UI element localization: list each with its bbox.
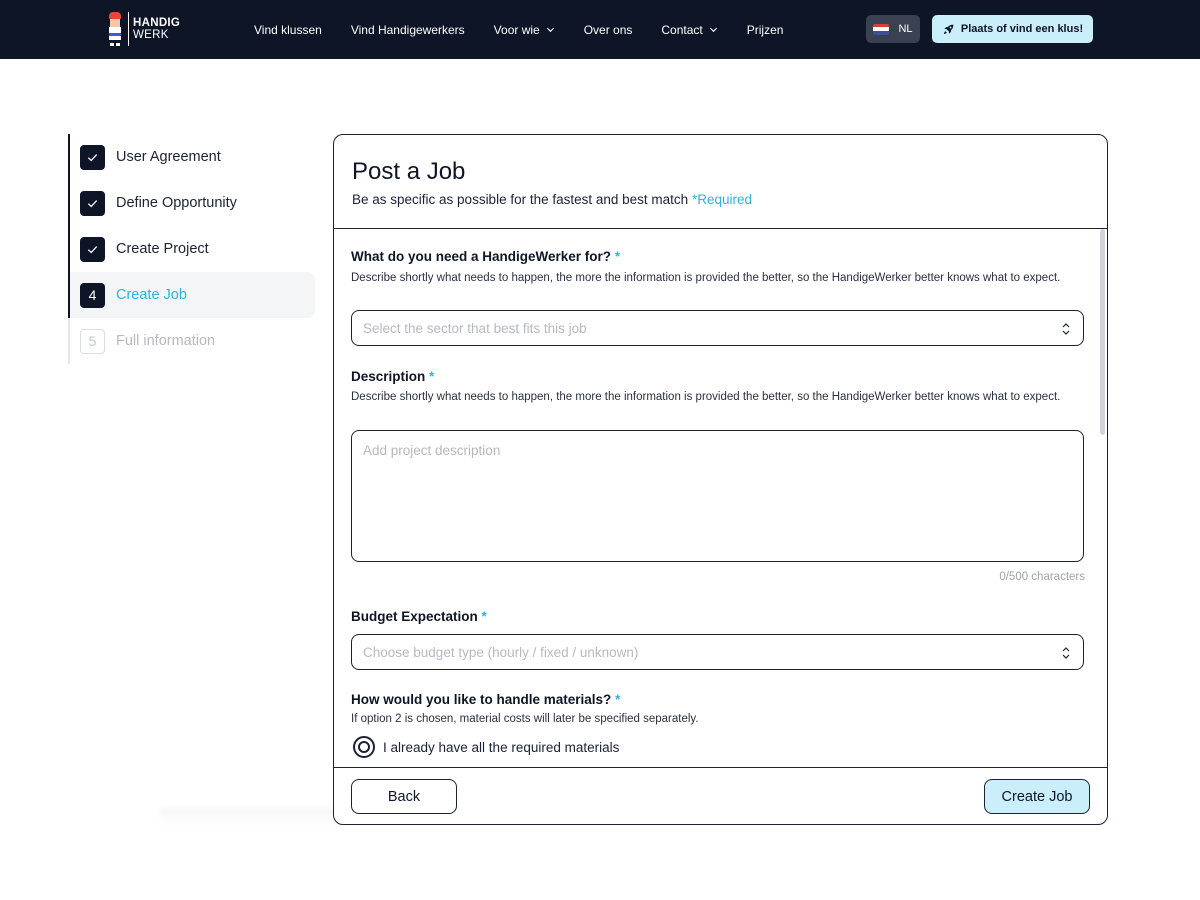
- budget-type-select[interactable]: Choose budget type (hourly / fixed / unk…: [351, 634, 1084, 670]
- nav-item-label: Vind klussen: [254, 22, 322, 37]
- progress-stepper: User Agreement Define Opportunity Create…: [68, 134, 318, 364]
- nav-item-label: Prijzen: [746, 22, 784, 37]
- step-label: User Agreement: [116, 149, 221, 165]
- check-icon: [80, 236, 105, 262]
- form-footer: Back Create Job: [334, 767, 1107, 824]
- budget-label: Budget Expectation *: [351, 609, 487, 624]
- nav-item-label: Over ons: [583, 22, 633, 37]
- character-counter: 0/500 characters: [999, 571, 1085, 583]
- form-header: Post a Job Be as specific as possible fo…: [334, 135, 1107, 229]
- nav-item-voor-wie[interactable]: Voor wie: [494, 23, 555, 37]
- handigwerk-logo[interactable]: HANDIG WERK: [106, 10, 180, 48]
- form-scroll-area[interactable]: What do you need a HandigeWerker for? * …: [334, 229, 1107, 767]
- post-job-form-card: Post a Job Be as specific as possible fo…: [333, 134, 1108, 825]
- nav-item-over-ons[interactable]: Over ons: [584, 23, 633, 37]
- step-full-information[interactable]: 5 Full information: [70, 318, 315, 364]
- nav-item-vind-klussen[interactable]: Vind klussen: [254, 23, 322, 37]
- logo-wordmark: HANDIG WERK: [133, 17, 180, 41]
- page-title: Post a Job: [352, 158, 466, 185]
- logo-line-1: HANDIG: [133, 17, 181, 29]
- step-label: Full information: [116, 333, 216, 349]
- main-nav: Vind klussen Vind Handigewerkers Voor wi…: [254, 0, 812, 59]
- materials-option-have-all[interactable]: I already have all the required material…: [353, 736, 619, 758]
- materials-label-text: How would you like to handle materials?: [351, 692, 612, 707]
- nav-item-label: Voor wie: [493, 22, 540, 37]
- form-subtitle: Be as specific as possible for the faste…: [352, 192, 752, 207]
- netherlands-flag-icon: [873, 23, 890, 35]
- step-label: Create Project: [116, 241, 209, 257]
- required-mark: *: [481, 609, 487, 624]
- radio-selected-icon[interactable]: [353, 736, 375, 758]
- logo-divider: [128, 12, 129, 46]
- step-create-project[interactable]: Create Project: [70, 226, 315, 272]
- step-create-job[interactable]: 4 Create Job: [70, 272, 315, 318]
- required-mark: *: [429, 369, 435, 384]
- chevron-down-icon: [546, 25, 555, 34]
- logo-line-2: WERK: [133, 29, 169, 41]
- step-define-opportunity[interactable]: Define Opportunity: [70, 180, 315, 226]
- step-label: Create Job: [116, 287, 187, 303]
- check-icon: [80, 190, 105, 216]
- scrollbar-thumb[interactable]: [1100, 229, 1105, 435]
- step-number-badge: 5: [80, 328, 105, 354]
- form-subtitle-text: Be as specific as possible for the faste…: [352, 192, 689, 207]
- language-switcher[interactable]: NL: [866, 15, 920, 43]
- nav-item-vind-handigewerkers[interactable]: Vind Handigewerkers: [351, 23, 465, 37]
- top-navigation-bar: HANDIG WERK Vind klussen Vind Handigewer…: [0, 0, 1200, 59]
- handyman-mascot-icon: [106, 10, 126, 48]
- sector-label: What do you need a HandigeWerker for? *: [351, 249, 620, 264]
- sector-select-placeholder: Select the sector that best fits this jo…: [363, 320, 587, 336]
- nav-item-label: Contact: [661, 22, 703, 37]
- description-label: Description *: [351, 369, 434, 384]
- select-arrows-icon: [1061, 645, 1071, 661]
- description-textarea[interactable]: Add project description: [351, 430, 1084, 562]
- description-label-text: Description: [351, 369, 426, 384]
- required-mark: *: [614, 249, 621, 264]
- step-number-badge: 4: [80, 282, 105, 308]
- nav-item-contact[interactable]: Contact: [661, 23, 717, 37]
- sector-help-text: Describe shortly what needs to happen, t…: [351, 272, 1061, 284]
- budget-select-placeholder: Choose budget type (hourly / fixed / unk…: [363, 644, 639, 660]
- sector-select[interactable]: Select the sector that best fits this jo…: [351, 310, 1084, 346]
- cta-label: Plaats of vind een klus!: [960, 23, 1084, 35]
- required-note: *Required: [691, 192, 752, 207]
- description-placeholder: Add project description: [363, 443, 501, 458]
- create-job-button[interactable]: Create Job: [984, 779, 1090, 814]
- nav-item-label: Vind Handigewerkers: [350, 22, 465, 37]
- radio-label: I already have all the required material…: [383, 739, 620, 755]
- check-icon: [80, 144, 105, 170]
- sector-label-text: What do you need a HandigeWerker for?: [351, 249, 612, 264]
- back-button[interactable]: Back: [351, 779, 457, 814]
- nav-item-prijzen[interactable]: Prijzen: [747, 23, 784, 37]
- description-help-text: Describe shortly what needs to happen, t…: [351, 391, 1061, 403]
- language-code: NL: [898, 23, 913, 35]
- step-label: Define Opportunity: [116, 195, 237, 211]
- chevron-down-icon: [709, 25, 718, 34]
- materials-label: How would you like to handle materials? …: [351, 692, 620, 707]
- budget-label-text: Budget Expectation: [351, 609, 478, 624]
- required-mark: *: [615, 692, 621, 707]
- rocket-icon: [942, 23, 955, 36]
- materials-help-text: If option 2 is chosen, material costs wi…: [351, 713, 699, 725]
- post-or-find-job-button[interactable]: Plaats of vind een klus!: [932, 15, 1093, 43]
- select-arrows-icon: [1061, 321, 1071, 337]
- step-user-agreement[interactable]: User Agreement: [70, 134, 315, 180]
